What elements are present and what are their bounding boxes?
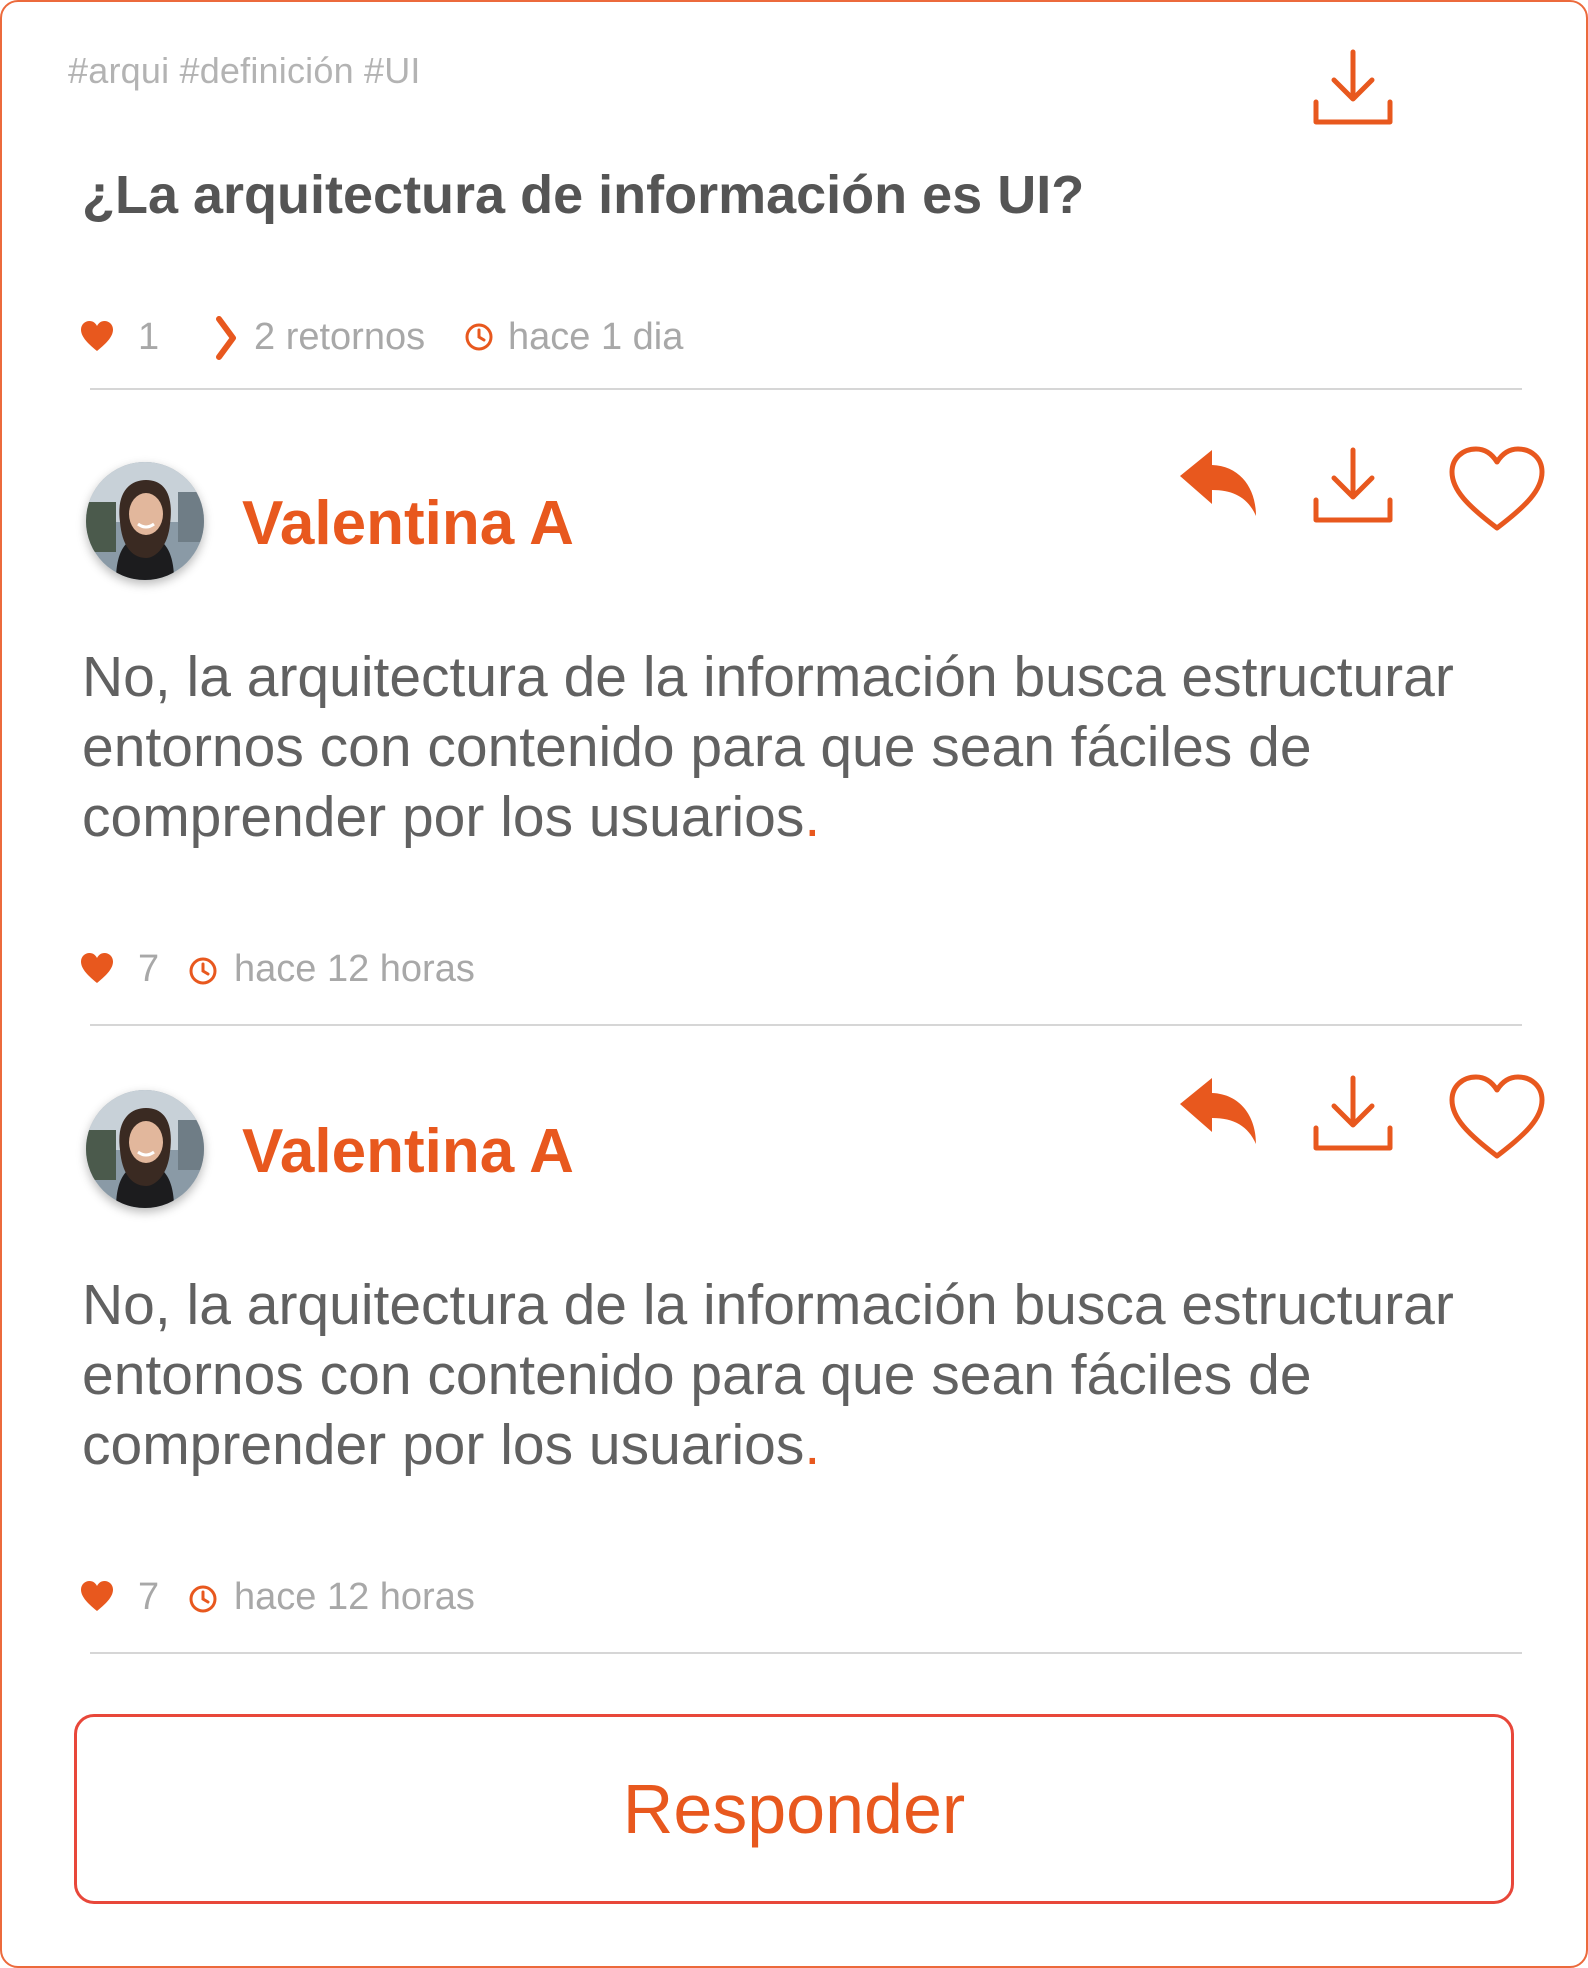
post-tags[interactable]: #arqui #definición #UI [68, 50, 421, 92]
avatar[interactable] [86, 462, 204, 580]
comment-timestamp: hace 12 horas [234, 1576, 475, 1618]
clock-icon [189, 1585, 217, 1613]
heart-icon[interactable] [80, 320, 114, 352]
comment-like-count: 7 [138, 1576, 160, 1618]
comment-text-content: No, la arquitectura de la información bu… [82, 1273, 1454, 1477]
download-icon[interactable] [1312, 1074, 1394, 1156]
divider [90, 1024, 1522, 1026]
reply-icon[interactable] [1178, 446, 1258, 520]
heart-icon[interactable] [80, 952, 114, 984]
divider [90, 388, 1522, 390]
divider [90, 1652, 1522, 1654]
comment-text-content: No, la arquitectura de la información bu… [82, 645, 1454, 849]
comment-author[interactable]: Valentina A [242, 488, 574, 559]
post-timestamp: hace 1 dia [508, 316, 684, 358]
comment-text-period: . [804, 785, 821, 849]
heart-icon[interactable] [80, 1580, 114, 1612]
reply-icon[interactable] [1178, 1074, 1258, 1148]
comment-text: No, la arquitectura de la información bu… [82, 1270, 1522, 1480]
comment-author[interactable]: Valentina A [242, 1116, 574, 1187]
avatar[interactable] [86, 1090, 204, 1208]
heart-outline-icon[interactable] [1448, 446, 1546, 532]
post-like-count: 1 [138, 316, 160, 358]
comment-text-period: . [804, 1413, 821, 1477]
comment-like-count: 7 [138, 948, 160, 990]
clock-icon [465, 323, 493, 351]
clock-icon [189, 957, 217, 985]
comment-text: No, la arquitectura de la información bu… [82, 642, 1522, 852]
chevron-right-icon[interactable] [214, 316, 238, 360]
download-icon[interactable] [1312, 446, 1394, 528]
post-title: ¿La arquitectura de información es UI? [82, 165, 1085, 225]
post-card: #arqui #definición #UI ¿La arquitectura … [0, 0, 1588, 1968]
comment-timestamp: hace 12 horas [234, 948, 475, 990]
download-icon[interactable] [1312, 48, 1394, 130]
reply-button[interactable]: Responder [74, 1714, 1514, 1904]
post-replies-count[interactable]: 2 retornos [254, 318, 425, 356]
heart-outline-icon[interactable] [1448, 1074, 1546, 1160]
